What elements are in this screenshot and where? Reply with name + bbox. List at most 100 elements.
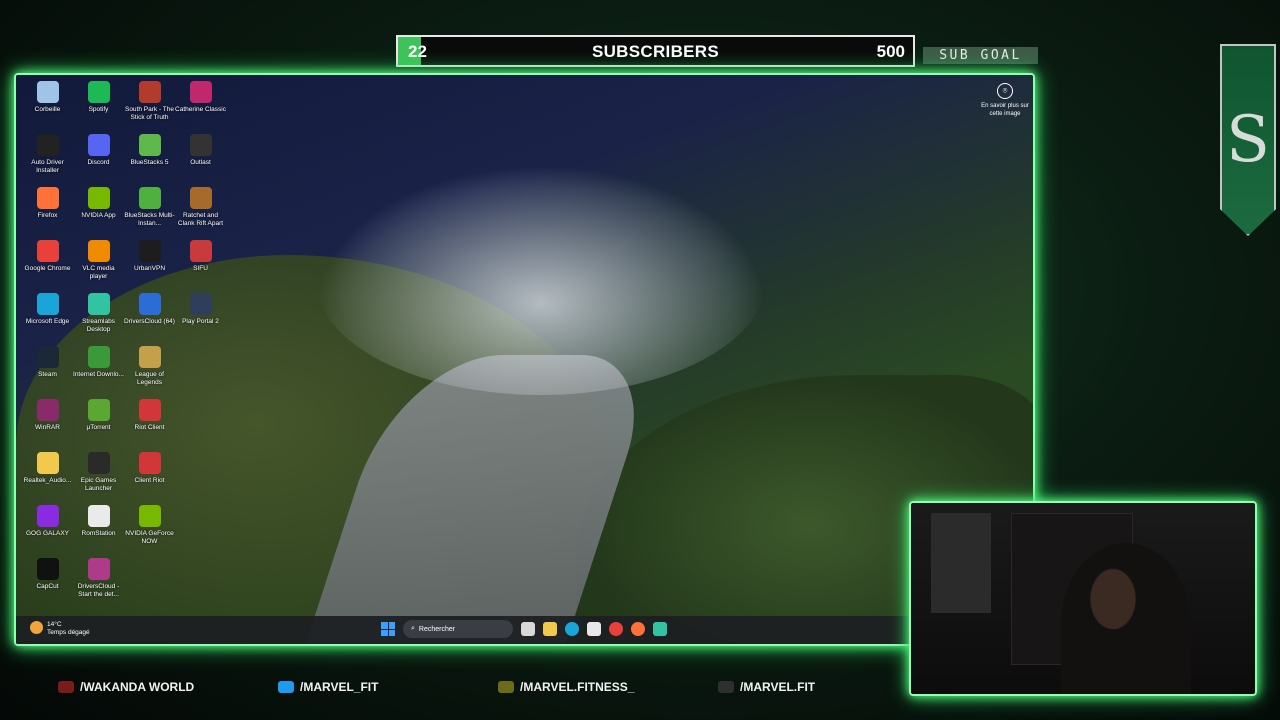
desktop-icon[interactable]: Client Riot bbox=[124, 450, 175, 503]
empty-slot bbox=[175, 344, 226, 397]
desktop-icon[interactable]: BlueStacks Multi-Instan... bbox=[124, 185, 175, 238]
desktop-icon[interactable]: Streamlabs Desktop bbox=[73, 291, 124, 344]
twitter-icon bbox=[278, 681, 294, 693]
desktop-icon[interactable]: Google Chrome bbox=[22, 238, 73, 291]
vlc-icon bbox=[87, 240, 110, 262]
desktop-icon[interactable]: Firefox bbox=[22, 185, 73, 238]
empty-slot bbox=[175, 397, 226, 450]
desktop-icon-label: South Park - The Stick of Truth bbox=[124, 106, 175, 121]
desktop-icon-label: VLC media player bbox=[82, 265, 115, 280]
desktop-icon-label: Microsoft Edge bbox=[25, 318, 70, 325]
social-link: /MARVEL_FIT bbox=[278, 680, 378, 694]
goal-title: SUBSCRIBERS bbox=[591, 42, 720, 61]
webcam-overlay bbox=[909, 501, 1257, 696]
desktop-icon-label: Ratchet and Clank Rift Apart bbox=[177, 212, 224, 227]
game-icon bbox=[189, 293, 212, 315]
snapchat-icon bbox=[498, 681, 514, 693]
epic-icon bbox=[87, 452, 110, 474]
empty-slot bbox=[175, 450, 226, 503]
nvidia-icon bbox=[87, 187, 110, 209]
desktop-icon-label: RomStation bbox=[81, 530, 116, 537]
game-icon bbox=[189, 134, 212, 156]
logo-letter: S bbox=[1226, 103, 1270, 177]
desktop-icon-label: Client Riot bbox=[134, 477, 165, 484]
desktop-icon[interactable]: Corbeille bbox=[22, 79, 73, 132]
game-icon bbox=[189, 240, 212, 262]
social-link: /MARVEL.FITNESS_ bbox=[498, 680, 634, 694]
desktop-icon[interactable]: Play Portal 2 bbox=[175, 291, 226, 344]
file-explorer-icon[interactable] bbox=[543, 622, 557, 636]
desktop-icon[interactable]: DriversCloud (64) bbox=[124, 291, 175, 344]
learn-more-about-image[interactable]: ⌾ En savoir plus sur cette image bbox=[979, 83, 1031, 118]
desktop-icon[interactable]: League of Legends bbox=[124, 344, 175, 397]
spotify-icon bbox=[87, 81, 110, 103]
desktop-icon[interactable]: BlueStacks 5 bbox=[124, 132, 175, 185]
social-link: /MARVEL.FIT bbox=[718, 680, 815, 694]
desktop-icon-label: BlueStacks 5 bbox=[130, 159, 169, 166]
social-handle: /MARVEL.FITNESS_ bbox=[520, 680, 635, 694]
desktop-icon-label: UrbanVPN bbox=[133, 265, 166, 272]
tiktok-icon bbox=[718, 681, 734, 693]
desktop-icon-label: NVIDIA GeForce NOW bbox=[125, 530, 174, 545]
desktop-icon[interactable]: Auto Driver Installer bbox=[22, 132, 73, 185]
desktop-icon[interactable]: RomStation bbox=[73, 503, 124, 556]
desktop-icon[interactable]: UrbanVPN bbox=[124, 238, 175, 291]
desktop-icon[interactable]: Catherine Classic bbox=[175, 79, 226, 132]
search-icon: ⌕ bbox=[411, 625, 415, 632]
desktop-icon[interactable]: µTorrent bbox=[73, 397, 124, 450]
task-view-icon[interactable] bbox=[521, 622, 535, 636]
empty-slot bbox=[175, 503, 226, 556]
recycle-bin-icon bbox=[36, 81, 59, 103]
driverscloud-icon bbox=[87, 558, 110, 580]
desktop-icon[interactable]: DriversCloud - Start the det... bbox=[73, 556, 124, 609]
desktop-icon[interactable]: Internet Downlo... bbox=[73, 344, 124, 397]
desktop-icon[interactable]: GOG GALAXY bbox=[22, 503, 73, 556]
desktop-icon[interactable]: Microsoft Edge bbox=[22, 291, 73, 344]
weather-widget[interactable]: 14°C Temps dégagé bbox=[30, 621, 90, 637]
social-handle: /MARVEL_FIT bbox=[300, 680, 379, 694]
desktop-icon[interactable]: SIFU bbox=[175, 238, 226, 291]
desktop-icon[interactable]: Ratchet and Clank Rift Apart bbox=[175, 185, 226, 238]
desktop-icon[interactable]: WinRAR bbox=[22, 397, 73, 450]
taskbar-search[interactable]: ⌕ Rechercher bbox=[403, 620, 513, 638]
desktop-icon[interactable]: Steam bbox=[22, 344, 73, 397]
camera-icon: ⌾ bbox=[997, 83, 1013, 99]
desktop-icon[interactable]: Spotify bbox=[73, 79, 124, 132]
desktop-icon-label: Epic Games Launcher bbox=[80, 477, 117, 492]
youtube-icon bbox=[58, 681, 74, 693]
chrome-icon[interactable] bbox=[609, 622, 623, 636]
firefox-icon[interactable] bbox=[631, 622, 645, 636]
edge-icon bbox=[36, 293, 59, 315]
desktop-capture-frame: Corbeille Spotify South Park - The Stick o… bbox=[14, 73, 1035, 646]
desktop-icon-label: NVIDIA App bbox=[81, 212, 116, 219]
desktop-icon-label: Auto Driver Installer bbox=[31, 159, 64, 174]
desktop-icon[interactable]: Realtek_Audio... bbox=[22, 450, 73, 503]
desktop-icon-label: Corbeille bbox=[34, 106, 61, 113]
desktop-icon[interactable]: Riot Client bbox=[124, 397, 175, 450]
desktop-icon-label: Realtek_Audio... bbox=[23, 477, 72, 484]
desktop-icon[interactable]: Discord bbox=[73, 132, 124, 185]
chrome-icon bbox=[36, 240, 59, 262]
desktop-icon[interactable]: Epic Games Launcher bbox=[73, 450, 124, 503]
edge-icon[interactable] bbox=[565, 622, 579, 636]
desktop-icon[interactable]: CapCut bbox=[22, 556, 73, 609]
desktop-icon-label: League of Legends bbox=[135, 371, 164, 386]
social-link: /WAKANDA WORLD bbox=[58, 680, 194, 694]
desktop-icon-label: Streamlabs Desktop bbox=[82, 318, 115, 333]
desktop-icon[interactable]: South Park - The Stick of Truth bbox=[124, 79, 175, 132]
desktop-icon-label: DriversCloud - Start the det... bbox=[77, 583, 120, 598]
start-button[interactable] bbox=[381, 622, 395, 636]
store-icon[interactable] bbox=[587, 622, 601, 636]
desktop-icon-label: DriversCloud (64) bbox=[124, 318, 175, 325]
streamlabs-icon bbox=[87, 293, 110, 315]
desktop-icon[interactable]: Outlast bbox=[175, 132, 226, 185]
desktop-icon[interactable]: VLC media player bbox=[73, 238, 124, 291]
desktop-icon[interactable]: NVIDIA GeForce NOW bbox=[124, 503, 175, 556]
desktop-icon[interactable]: NVIDIA App bbox=[73, 185, 124, 238]
desktop-icon-label: Spotify bbox=[88, 106, 109, 113]
desktop-icon-label: Google Chrome bbox=[24, 265, 71, 272]
desktop-icon-label: GOG GALAXY bbox=[26, 530, 69, 537]
capcut-icon bbox=[36, 558, 59, 580]
streamlabs-icon[interactable] bbox=[653, 622, 667, 636]
weather-temperature: 14°C bbox=[47, 621, 62, 628]
